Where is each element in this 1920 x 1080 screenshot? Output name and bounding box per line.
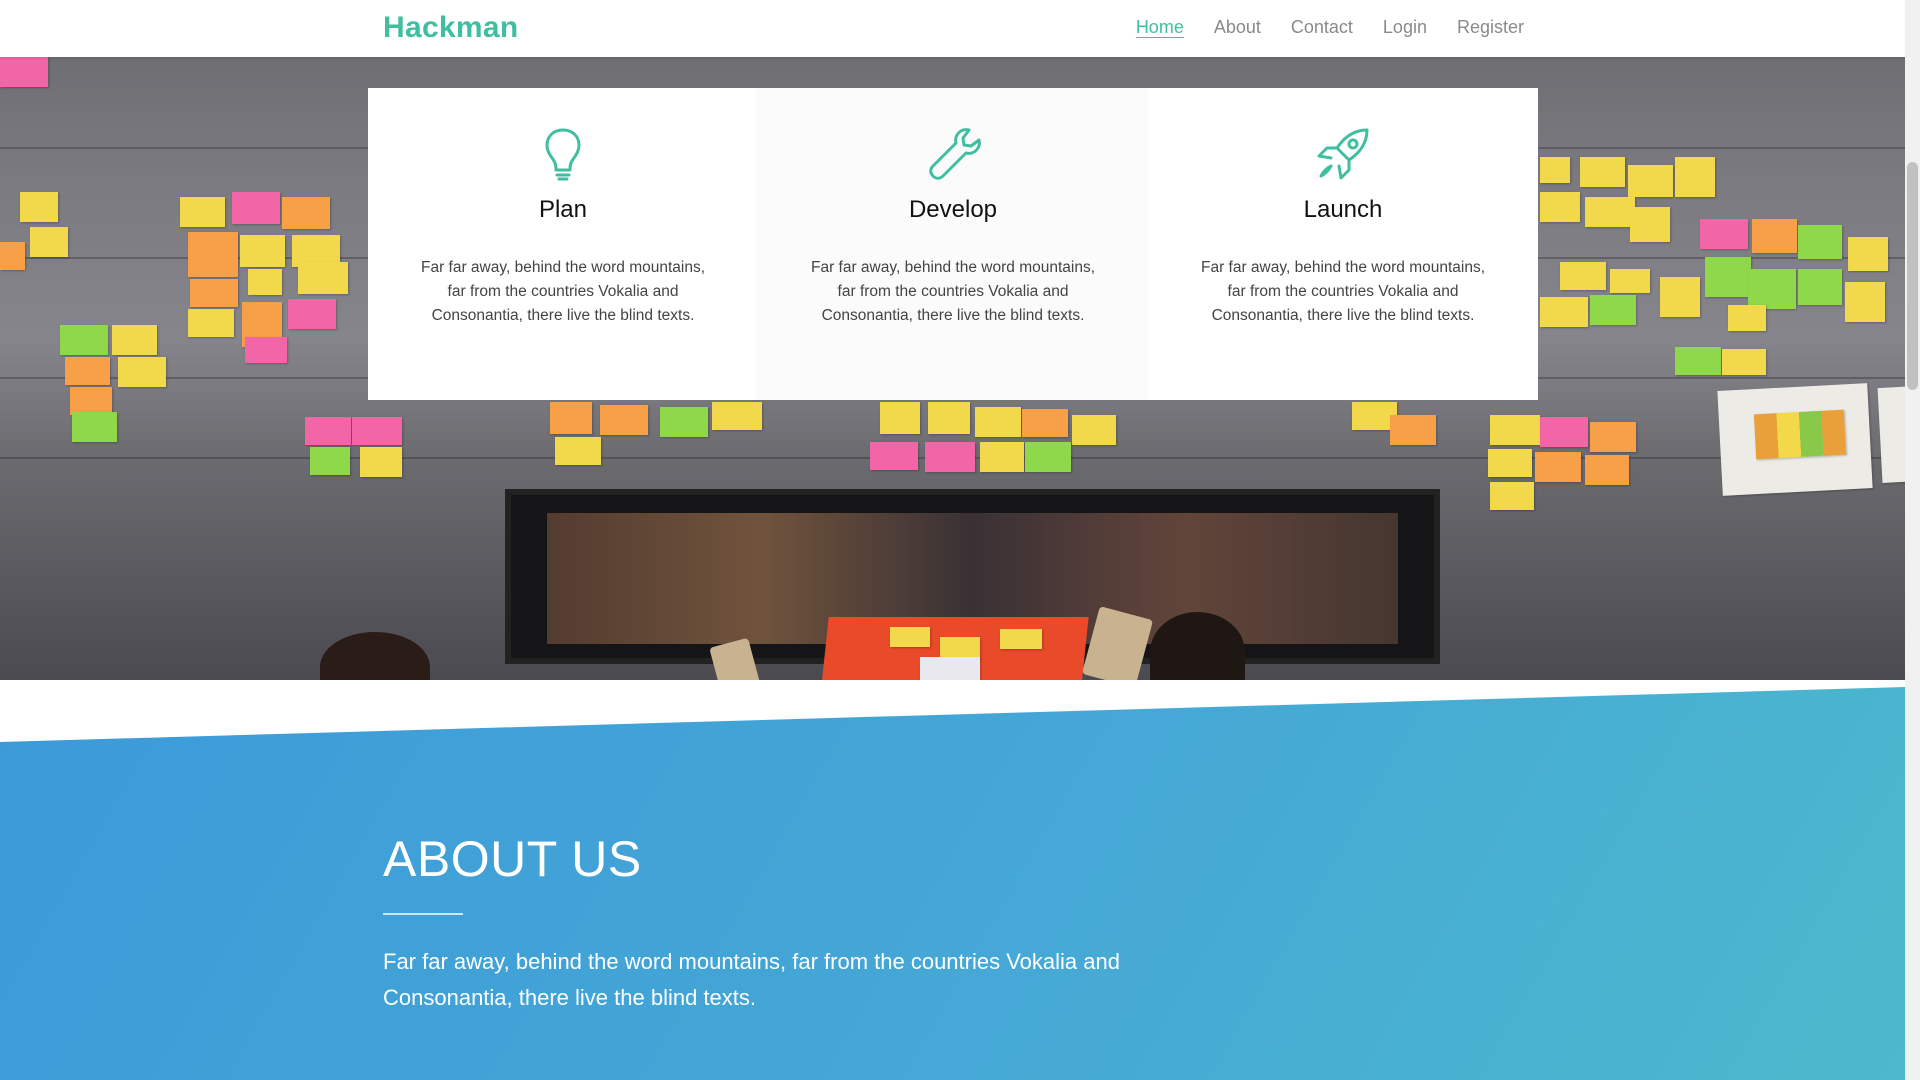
feature-description: Far far away, behind the word mountains,… bbox=[1200, 259, 1486, 324]
wrench-icon bbox=[929, 128, 981, 180]
nav-login-link[interactable]: Login bbox=[1383, 17, 1427, 38]
feature-description: Far far away, behind the word mountains,… bbox=[420, 259, 706, 324]
about-section bbox=[0, 687, 1905, 1080]
brand-logo[interactable]: Hackman bbox=[383, 11, 519, 45]
about-divider bbox=[383, 913, 463, 915]
feature-card-launch: Launch Far far away, behind the word mou… bbox=[1148, 88, 1538, 400]
feature-card-plan: Plan Far far away, behind the word mount… bbox=[368, 88, 758, 400]
main-nav: Home About Contact Login Register bbox=[1136, 17, 1524, 38]
nav-register-link[interactable]: Register bbox=[1457, 17, 1524, 38]
feature-cards: Plan Far far away, behind the word mount… bbox=[368, 88, 1538, 400]
nav-home-link[interactable]: Home bbox=[1136, 17, 1184, 38]
about-description: Far far away, behind the word mountains,… bbox=[383, 949, 1120, 1010]
scrollbar-thumb[interactable] bbox=[1907, 162, 1918, 390]
feature-card-develop: Develop Far far away, behind the word mo… bbox=[758, 88, 1148, 400]
feature-title: Develop bbox=[908, 196, 998, 223]
nav-about-link[interactable]: About bbox=[1214, 17, 1261, 38]
about-title: ABOUT US bbox=[383, 831, 642, 887]
feature-title: Plan bbox=[538, 196, 588, 223]
page-viewport: Hackman Home About Contact Login Registe… bbox=[0, 0, 1905, 1080]
lightbulb-icon bbox=[545, 128, 581, 181]
feature-title: Launch bbox=[1303, 196, 1383, 223]
nav-contact-link[interactable]: Contact bbox=[1291, 17, 1353, 38]
top-navbar: Hackman Home About Contact Login Registe… bbox=[0, 0, 1905, 57]
feature-description: Far far away, behind the word mountains,… bbox=[810, 259, 1096, 324]
vertical-scrollbar[interactable] bbox=[1905, 0, 1920, 1080]
rocket-icon bbox=[1317, 128, 1369, 180]
